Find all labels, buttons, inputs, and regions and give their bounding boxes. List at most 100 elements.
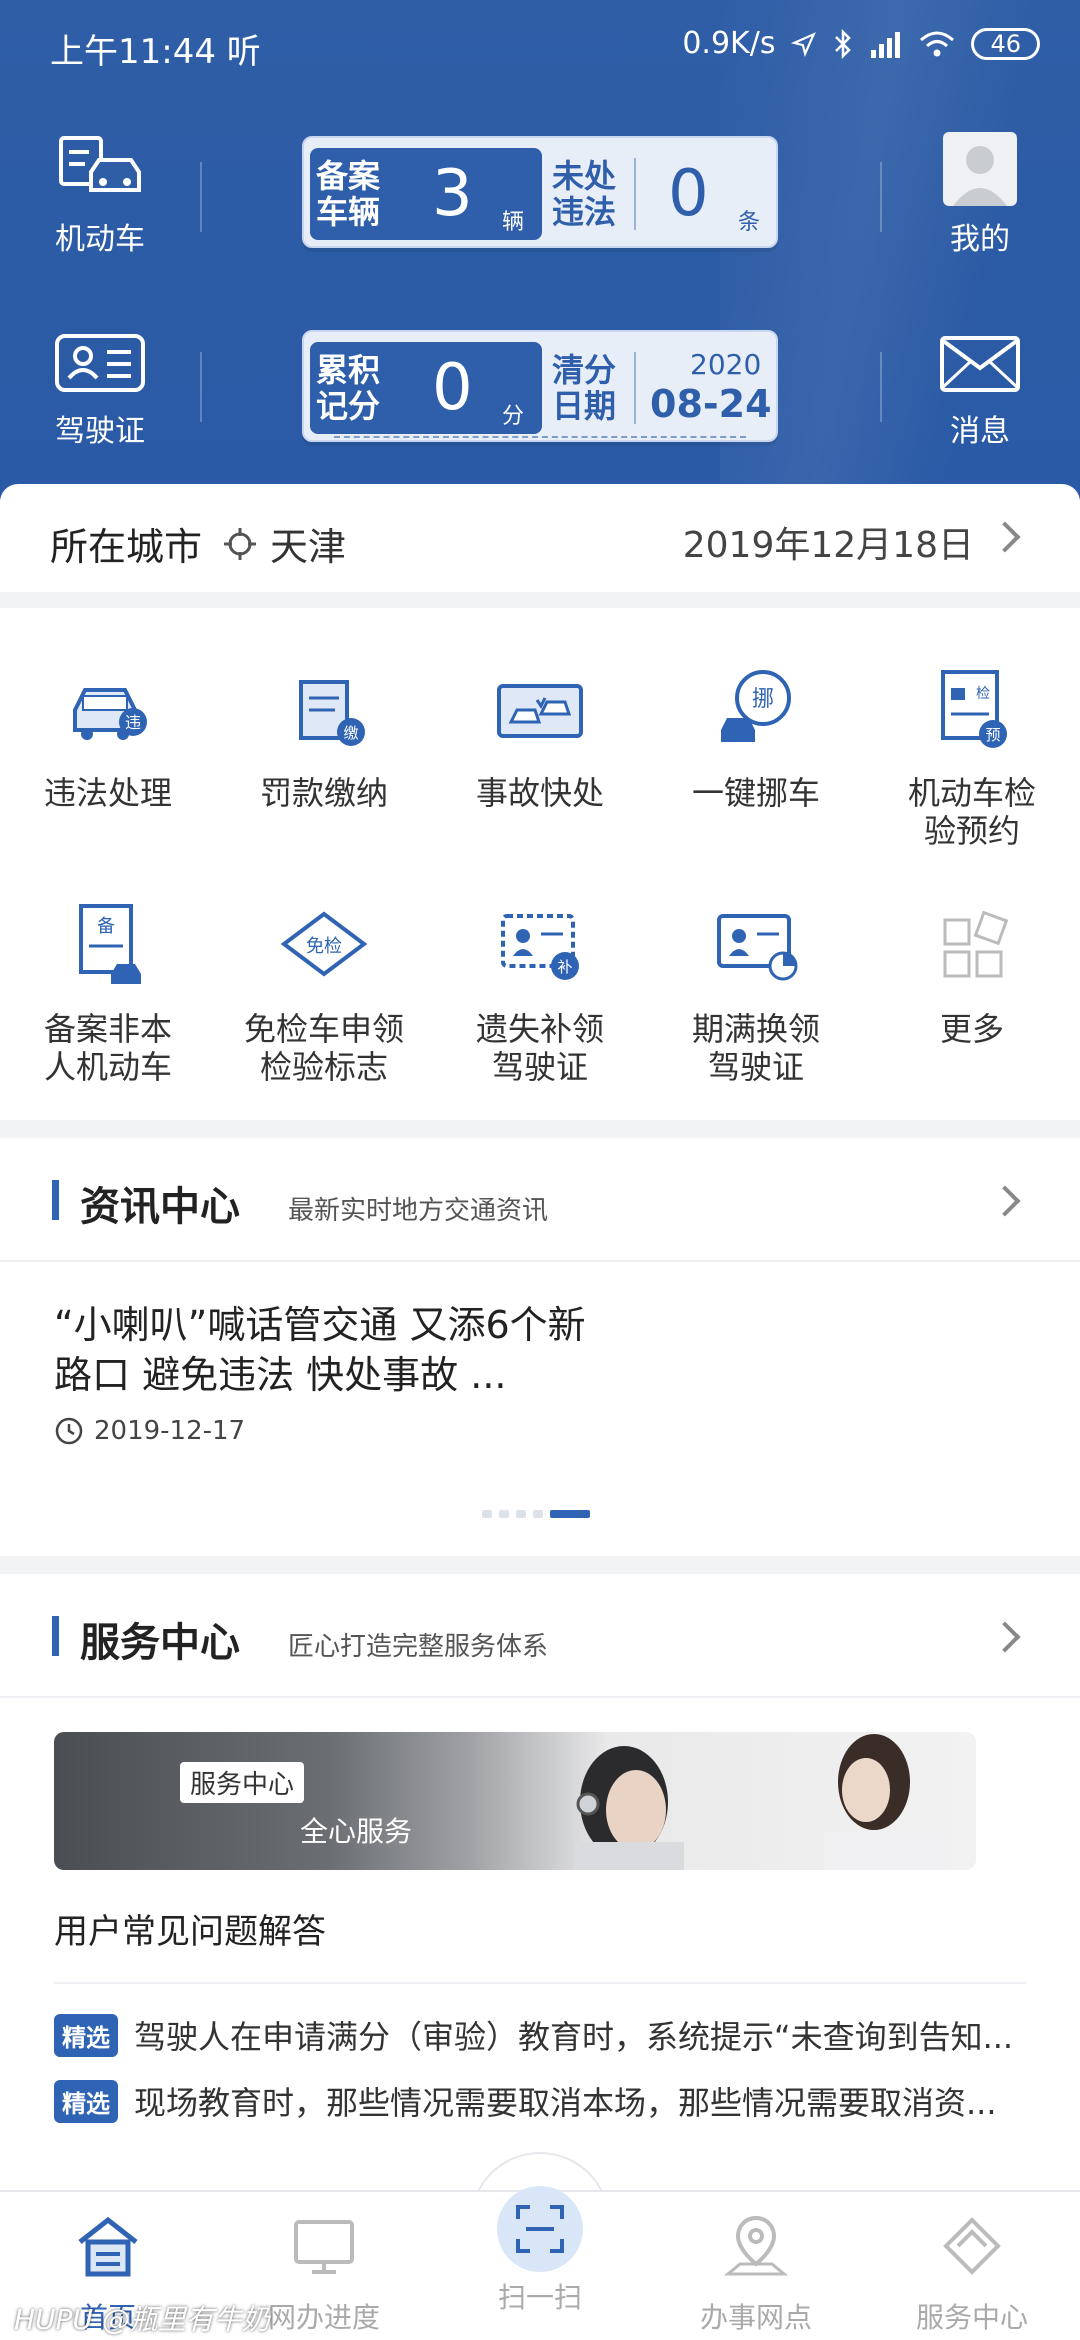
city-row[interactable]: 所在城市 天津 2019年12月18日 (0, 484, 1080, 592)
tile-label: 罚款缴纳 (259, 774, 388, 812)
tile-more[interactable]: 更多 (864, 896, 1080, 1048)
tile-fine-payment[interactable]: 缴 罚款缴纳 (216, 660, 432, 812)
avatar (943, 132, 1017, 206)
faq-title: 用户常见问题解答 (54, 1912, 326, 1952)
panel-divider (634, 158, 636, 230)
violations-label: 未处 违法 (552, 157, 617, 231)
tile-violation[interactable]: 违 违法处理 (0, 660, 216, 812)
svg-text:补: 补 (557, 958, 572, 976)
vehicle-icon (59, 136, 141, 192)
accident-icon (497, 684, 583, 738)
news-subtitle: 最新实时地方交通资讯 (288, 1196, 549, 1226)
registered-vehicles-count: 3 (432, 157, 473, 231)
divider (880, 352, 882, 422)
faq-item[interactable]: 精选 驾驶人在申请满分（审验）教育时，系统提示“未查询到告知... (54, 2012, 1034, 2058)
svg-text:预: 预 (985, 726, 1000, 744)
vehicle-entry[interactable]: 机动车 (20, 132, 180, 258)
svg-text:违: 违 (125, 713, 141, 732)
carousel-dot (533, 1510, 543, 1518)
service-center-section: 服务中心 匠心打造完整服务体系 服务中心 全心服务 用户常见问题解答 精选 驾驶… (0, 1574, 1080, 2225)
tile-label: 机动车检 验预约 (907, 774, 1036, 850)
news-date: 2019-12-17 (54, 1416, 245, 1446)
panel-rail (334, 436, 746, 444)
points-panel[interactable]: 累积 记分 0 分 清分 日期 2020 08-24 (302, 330, 778, 442)
service-banner[interactable]: 服务中心 全心服务 (54, 1732, 976, 1870)
location-icon (723, 2215, 789, 2276)
fine-pay-icon: 缴 (299, 680, 365, 746)
chevron-right-icon[interactable] (989, 1185, 1021, 1217)
tile-exempt-inspection[interactable]: 免检 免检车申领 检验标志 (216, 896, 432, 1086)
news-headline[interactable]: “小喇叭”喊话管交通 又添6个新路口 避免违法 快处事故 ... (54, 1300, 614, 1400)
section-accent-bar (52, 1616, 59, 1656)
service-grid: 违 违法处理 缴 罚款缴纳 事故快处 挪 一键挪车 检 预 机动车检 验预约 备… (0, 608, 1080, 1120)
monitor-icon (294, 2220, 354, 2274)
mine-entry[interactable]: 我的 (900, 132, 1060, 258)
license-entry[interactable]: 驾驶证 (20, 332, 180, 450)
points-unit: 分 (502, 404, 525, 429)
clear-date-year: 2020 (690, 348, 762, 381)
tile-reissue-license[interactable]: 补 遗失补领 驾驶证 (432, 896, 648, 1086)
mine-label: 我的 (950, 222, 1010, 257)
divider (54, 1982, 1026, 1984)
tile-label: 遗失补领 驾驶证 (475, 1010, 604, 1086)
tile-label: 期满换领 驾驶证 (691, 1010, 820, 1086)
svg-text:备: 备 (97, 916, 115, 937)
vehicles-unit: 辆 (502, 210, 525, 235)
tile-inspection-booking[interactable]: 检 预 机动车检 验预约 (864, 660, 1080, 850)
vehicle-violation-panel[interactable]: 备案 车辆 3 辆 未处 违法 0 条 (302, 136, 778, 248)
points-label: 累积 记分 (316, 351, 381, 425)
divider (200, 162, 202, 232)
news-header[interactable]: 资讯中心 最新实时地方交通资讯 (0, 1138, 1080, 1262)
signal-icon (871, 31, 901, 58)
avatar-icon (953, 146, 1007, 206)
service-subtitle: 匠心打造完整服务体系 (288, 1632, 549, 1662)
faq-question: 驾驶人在申请满分（审验）教育时，系统提示“未查询到告知... (134, 2018, 1014, 2056)
exempt-inspection-icon: 免检 (280, 911, 368, 977)
chevron-right-icon[interactable] (989, 1621, 1021, 1653)
svg-text:挪: 挪 (752, 687, 774, 712)
service-header[interactable]: 服务中心 匠心打造完整服务体系 (0, 1574, 1080, 1698)
city-label: 所在城市 (50, 525, 203, 569)
carousel-dot (499, 1510, 509, 1518)
tile-accident[interactable]: 事故快处 (432, 660, 648, 812)
banner-tag: 服务中心 (180, 1762, 305, 1803)
license-label: 驾驶证 (55, 414, 145, 449)
tile-label: 更多 (939, 1010, 1004, 1048)
register-other-car-icon: 备 (79, 904, 141, 984)
nav-label: 办事网点 (699, 2301, 812, 2334)
points-value: 0 (432, 351, 473, 425)
registered-vehicles-label: 备案 车辆 (316, 157, 381, 231)
bluetooth-icon (835, 28, 852, 59)
news-date-text: 2019-12-17 (94, 1416, 246, 1446)
nav-label: 服务中心 (915, 2301, 1028, 2334)
svg-text:缴: 缴 (343, 724, 358, 742)
nav-service-points[interactable]: 办事网点 (648, 2210, 864, 2336)
carousel-dot (516, 1510, 526, 1518)
news-title: 资讯中心 (80, 1184, 240, 1230)
tile-register-other-car[interactable]: 备 备案非本 人机动车 (0, 896, 216, 1086)
inspection-booking-icon: 检 预 (941, 670, 1007, 748)
service-icon (943, 2217, 1001, 2275)
nav-scan[interactable]: 扫一扫 (432, 2186, 648, 2316)
message-entry[interactable]: 消息 (900, 334, 1060, 450)
city-name: 天津 (270, 525, 347, 569)
clear-date-label: 清分 日期 (552, 351, 617, 425)
wifi-icon (920, 31, 955, 56)
nav-service-center[interactable]: 服务中心 (864, 2210, 1080, 2336)
reissue-license-icon: 补 (501, 914, 579, 980)
tile-label: 备案非本 人机动车 (43, 1010, 172, 1086)
faq-item[interactable]: 精选 现场教育时，那些情况需要取消本场，那些情况需要取消资... (54, 2078, 1034, 2124)
banner-text: 全心服务 (300, 1815, 413, 1848)
nav-label: 扫一扫 (497, 2281, 582, 2314)
location-arrow-icon (791, 31, 817, 57)
city-selector[interactable]: 天津 (222, 516, 346, 571)
more-icon (943, 910, 1009, 978)
faq-question: 现场教育时，那些情况需要取消本场，那些情况需要取消资... (134, 2084, 997, 2122)
clear-date-value: 08-24 (650, 382, 772, 426)
envelope-icon (940, 336, 1020, 392)
tile-renew-license[interactable]: 期满换领 驾驶证 (648, 896, 864, 1086)
agent-photo (574, 1746, 684, 1870)
tile-move-car[interactable]: 挪 一键挪车 (648, 660, 864, 812)
chevron-right-icon[interactable] (989, 521, 1021, 553)
tile-label: 违法处理 (43, 774, 172, 812)
